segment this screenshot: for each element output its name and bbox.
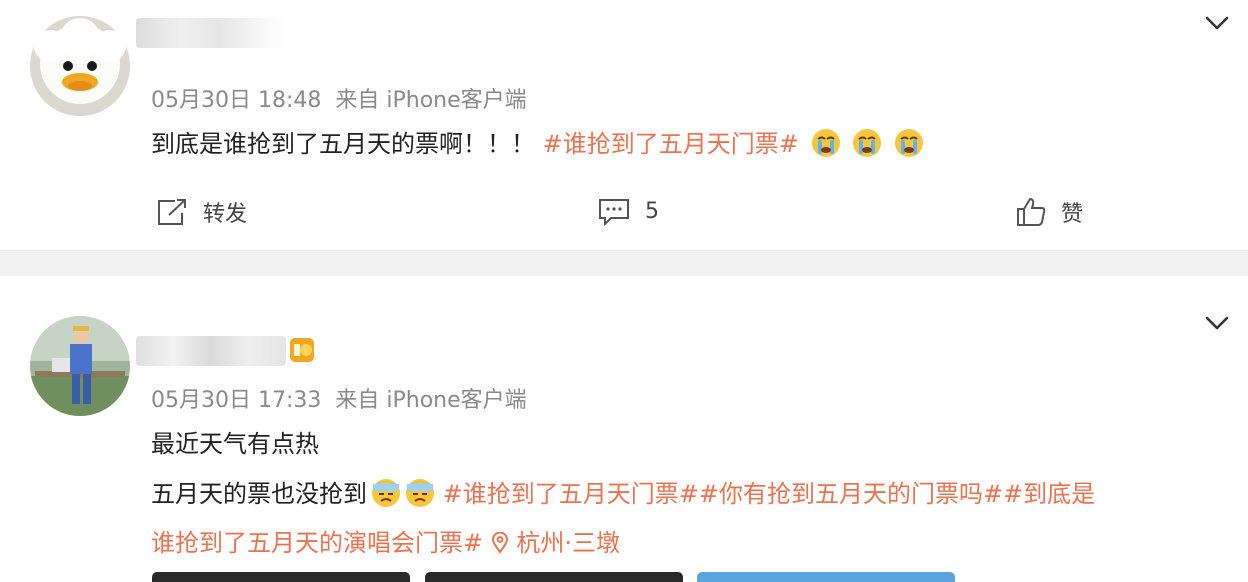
weibo-post: 05月30日 17:33 来自 iPhone客户端 最近天气有点热 五月天的票也没… — [0, 276, 1248, 578]
location-pin-icon — [491, 531, 508, 554]
post-text-line: 五月天的票也没抢到 #谁抢到了五月天门票##你有抢到五月天的门票吗##到底是 — [151, 474, 1095, 509]
post-text: 到底是谁抢到了五月天的票啊！！！ — [151, 130, 535, 158]
person-avatar-image — [30, 316, 130, 416]
chevron-down-icon[interactable] — [1204, 14, 1230, 32]
avatar[interactable] — [30, 316, 130, 416]
post-text: 最近天气有点热 — [151, 430, 319, 458]
media-thumbnail[interactable] — [697, 572, 955, 582]
like-label: 赞 — [1061, 202, 1084, 227]
sweat-emoji-icon — [406, 479, 434, 507]
duck-avatar-image — [30, 16, 130, 116]
weibo-post: 05月30日 18:48 来自 iPhone客户端 到底是谁抢到了五月天的票啊！！… — [0, 0, 1248, 250]
post-meta: 05月30日 18:48 来自 iPhone客户端 — [151, 82, 541, 114]
location-link[interactable]: 杭州·三墩 — [491, 529, 620, 557]
username-redacted[interactable] — [136, 336, 286, 366]
post-timestamp[interactable]: 05月30日 18:48 — [151, 88, 321, 113]
topic-link[interactable]: 谁抢到了五月天的演唱会门票# — [151, 529, 483, 557]
topic-link[interactable]: #谁抢到了五月天门票# — [543, 130, 799, 158]
chevron-down-icon[interactable] — [1204, 314, 1230, 332]
post-source: 来自 iPhone客户端 — [335, 388, 527, 413]
like-icon — [1017, 197, 1046, 226]
crying-emoji-icon — [894, 129, 923, 157]
comment-count: 5 — [645, 198, 659, 224]
post-divider — [0, 250, 1248, 277]
post-text-line: 最近天气有点热 — [151, 424, 319, 459]
repost-label: 转发 — [203, 202, 248, 227]
post-timestamp[interactable]: 05月30日 17:33 — [151, 388, 321, 413]
crying-emoji-icon — [811, 129, 840, 157]
comment-icon — [599, 199, 629, 226]
post-text: 五月天的票也没抢到 — [151, 480, 367, 508]
comment-button[interactable]: 5 — [597, 196, 659, 226]
post-text-line: 谁抢到了五月天的演唱会门票# 杭州·三墩 — [151, 523, 620, 558]
username-redacted[interactable] — [136, 18, 286, 48]
vip-badge-icon[interactable] — [288, 336, 316, 364]
media-thumbnail[interactable] — [152, 572, 410, 582]
media-thumbnail[interactable] — [425, 572, 683, 582]
location-label: 杭州·三墩 — [516, 529, 621, 557]
avatar[interactable] — [30, 16, 130, 116]
like-button[interactable]: 赞 — [1015, 196, 1083, 228]
post-source: 来自 iPhone客户端 — [335, 88, 527, 113]
sweat-emoji-icon — [372, 479, 400, 507]
repost-icon — [158, 199, 186, 225]
crying-emoji-icon — [853, 129, 882, 157]
post-content: 到底是谁抢到了五月天的票啊！！！ #谁抢到了五月天门票# — [151, 124, 924, 159]
topic-link[interactable]: #谁抢到了五月天门票##你有抢到五月天的门票吗##到底是 — [443, 480, 1096, 508]
post-meta: 05月30日 17:33 来自 iPhone客户端 — [151, 382, 541, 414]
repost-button[interactable]: 转发 — [155, 196, 247, 228]
